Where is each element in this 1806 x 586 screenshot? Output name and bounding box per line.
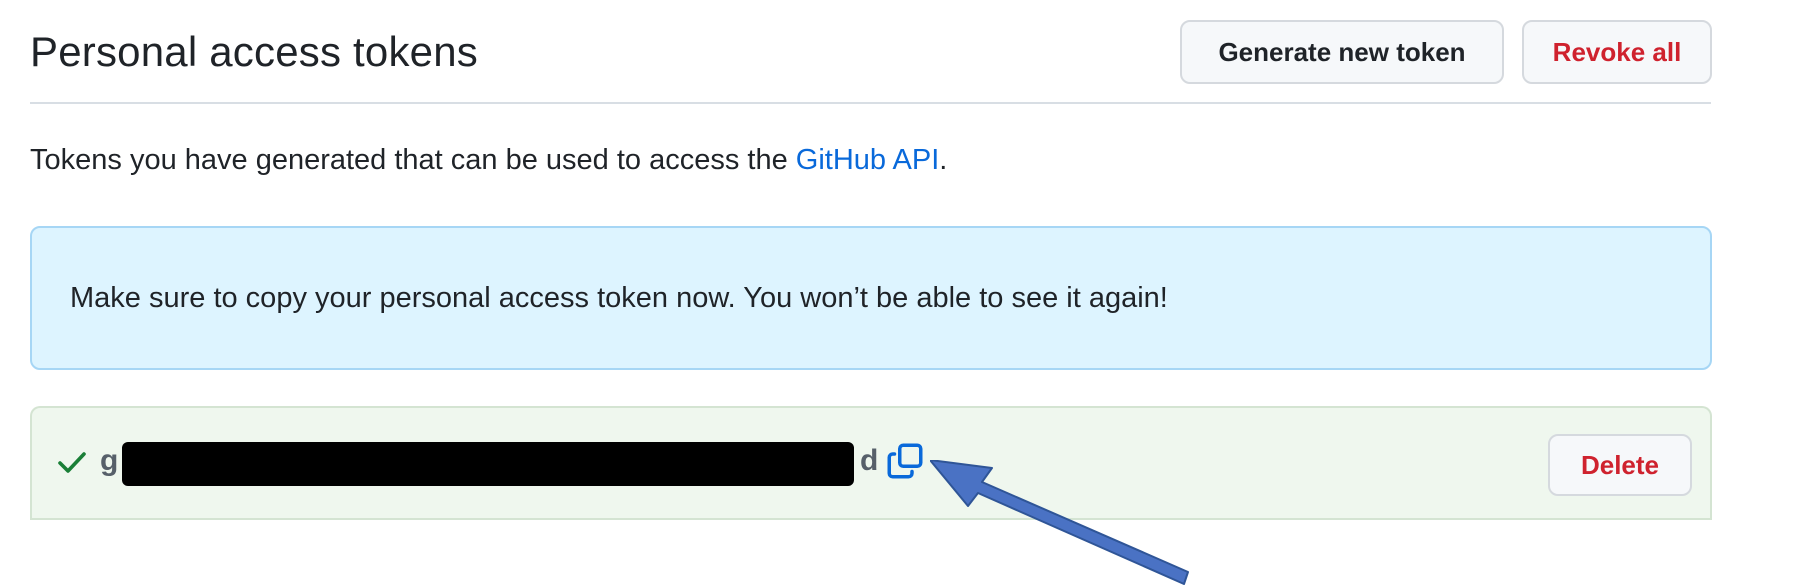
page-description: Tokens you have generated that can be us… — [30, 144, 947, 177]
annotation-arrow-icon — [930, 460, 1189, 585]
generate-new-token-button[interactable]: Generate new token — [1180, 20, 1504, 84]
description-text: Tokens you have generated that can be us… — [30, 144, 796, 176]
description-period: . — [939, 144, 948, 176]
copy-icon[interactable] — [884, 440, 926, 482]
token-suffix: d — [860, 444, 879, 477]
page-header: Personal access tokens Generate new toke… — [30, 18, 1712, 104]
delete-token-button[interactable]: Delete — [1548, 434, 1692, 496]
flash-message: Make sure to copy your personal access t… — [70, 282, 1168, 314]
token-prefix: g — [100, 444, 119, 477]
token-row: g d Delete — [30, 406, 1712, 520]
page: Personal access tokens Generate new toke… — [0, 0, 1806, 586]
check-icon — [58, 452, 86, 473]
flash-notice: Make sure to copy your personal access t… — [30, 226, 1712, 370]
token-row-divider — [32, 518, 1710, 520]
github-api-link[interactable]: GitHub API — [796, 144, 939, 176]
page-title: Personal access tokens — [30, 28, 478, 75]
token-redaction — [122, 442, 854, 486]
revoke-all-button[interactable]: Revoke all — [1522, 20, 1712, 84]
